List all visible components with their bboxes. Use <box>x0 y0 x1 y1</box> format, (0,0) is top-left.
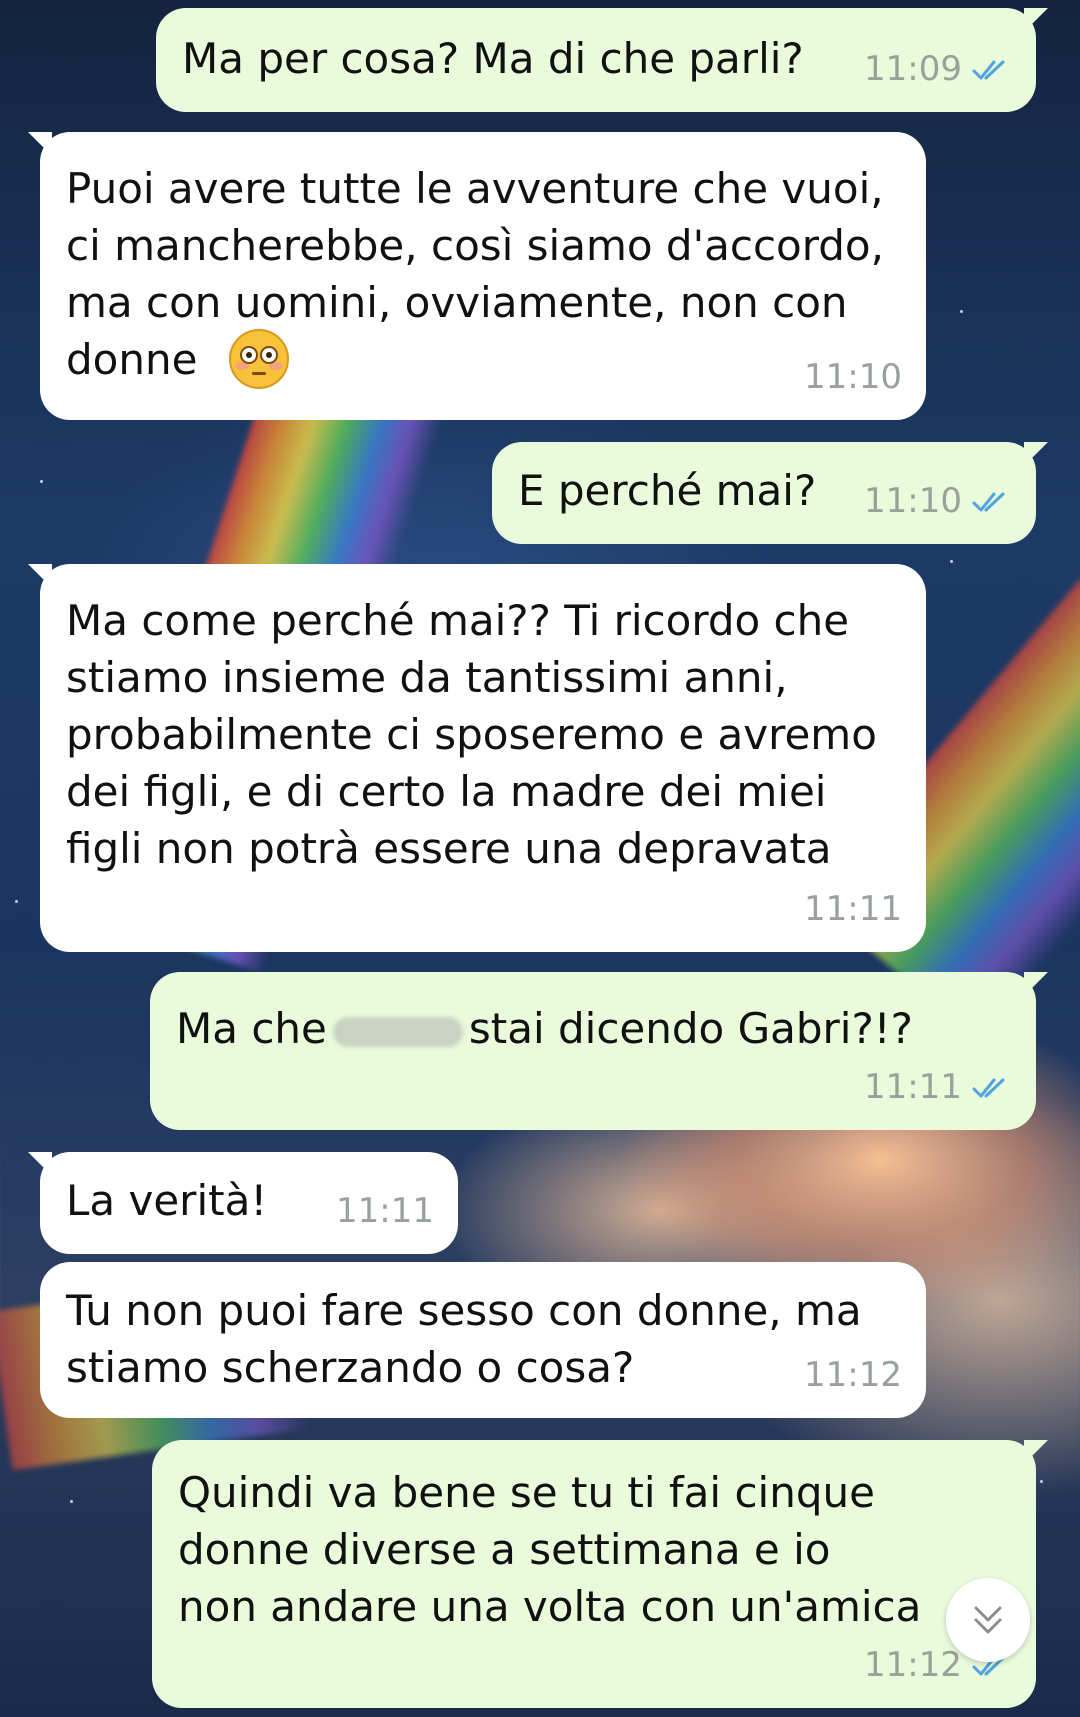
bubble-tail <box>28 132 52 156</box>
message-text-before: Ma che <box>176 1004 327 1053</box>
message-time: 11:11 <box>864 1067 962 1107</box>
message-list: Ma per cosa? Ma di che parli? 11:09 Puoi… <box>0 0 1080 1717</box>
message-meta: 11:09 <box>864 41 1012 98</box>
message-time: 11:12 <box>804 1355 902 1395</box>
message-text: E perché mai? <box>518 466 817 515</box>
message-time: 11:11 <box>336 1191 434 1231</box>
message-meta: 11:12 <box>804 1347 902 1404</box>
message-meta: 11:10 <box>804 349 902 406</box>
message-text: Ma per cosa? Ma di che parli? <box>182 34 804 83</box>
message-meta: 11:10 <box>864 473 1012 530</box>
double-check-read-icon <box>972 1078 1005 1097</box>
bubble-tail <box>1024 1440 1048 1464</box>
double-check-read-icon <box>972 492 1005 511</box>
scroll-to-bottom-button[interactable] <box>946 1578 1030 1662</box>
bubble-tail <box>28 1152 52 1176</box>
bubble-tail <box>1024 8 1048 32</box>
message-meta: 11:11 <box>864 1059 1012 1116</box>
double-check-read-icon <box>972 60 1005 79</box>
message-text: Tu non puoi fare sesso con donne, ma sti… <box>66 1286 862 1392</box>
message-bubble-incoming[interactable]: Ma come perché mai?? Ti ricordo che stia… <box>28 564 926 952</box>
double-chevron-down-icon <box>974 1606 1002 1634</box>
bubble-tail <box>28 564 52 588</box>
message-time: 11:10 <box>864 481 962 521</box>
message-bubble-outgoing[interactable]: Quindi va bene se tu ti fai cinque donne… <box>152 1440 1048 1708</box>
message-bubble-incoming[interactable]: Tu non puoi fare sesso con donne, ma sti… <box>40 1262 926 1418</box>
message-text: Puoi avere tutte le avventure che vuoi, … <box>66 164 884 384</box>
message-text-after: stai dicendo Gabri?!? <box>468 1004 913 1053</box>
message-bubble-outgoing[interactable]: Ma che stai dicendo Gabri?!? 11:11 <box>150 972 1048 1130</box>
message-text: Quindi va bene se tu ti fai cinque donne… <box>178 1468 922 1631</box>
message-text: La verità! <box>66 1176 268 1225</box>
flushed-face-emoji <box>229 329 289 389</box>
message-time: 11:11 <box>804 889 902 929</box>
message-time: 11:12 <box>864 1645 962 1685</box>
message-text: Ma come perché mai?? Ti ricordo che stia… <box>66 596 877 873</box>
censored-word-blur <box>332 1016 463 1047</box>
message-bubble-incoming[interactable]: La verità! 11:11 <box>28 1152 458 1254</box>
message-time: 11:10 <box>804 357 902 397</box>
message-time: 11:09 <box>864 49 962 89</box>
message-meta: 11:11 <box>804 881 902 938</box>
message-bubble-incoming[interactable]: Puoi avere tutte le avventure che vuoi, … <box>28 132 926 420</box>
message-meta: 11:11 <box>336 1183 434 1240</box>
message-bubble-outgoing[interactable]: Ma per cosa? Ma di che parli? 11:09 <box>156 8 1048 112</box>
bubble-tail <box>1024 972 1048 996</box>
message-bubble-outgoing[interactable]: E perché mai? 11:10 <box>492 442 1048 544</box>
bubble-tail <box>1024 442 1048 466</box>
